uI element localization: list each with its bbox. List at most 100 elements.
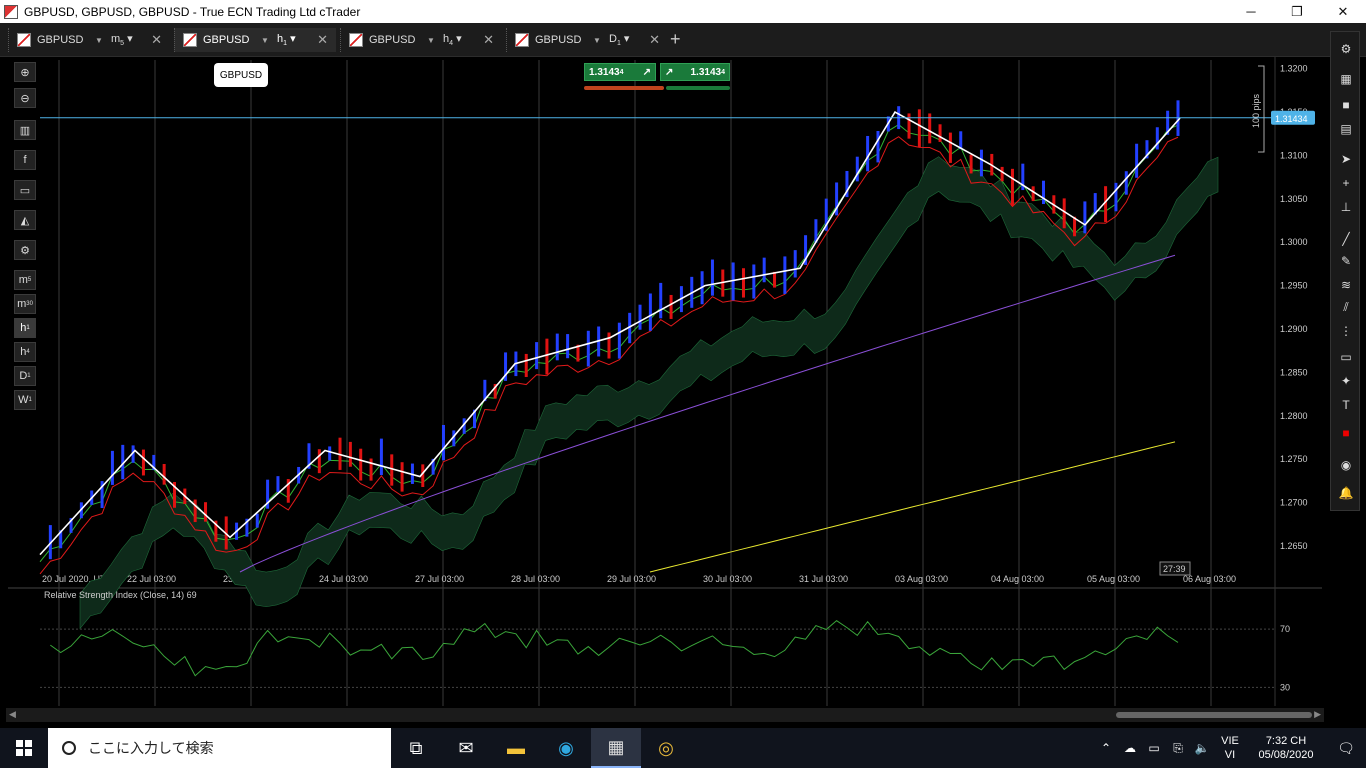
clock-date: 05/08/2020 [1258,749,1314,761]
search-placeholder: ここに入力して検索 [88,740,214,756]
rsi-indicator-label: Relative Strength Index (Close, 14) 69 [44,590,197,600]
mail-icon[interactable]: ✉ [441,728,491,768]
ctrader-taskbar-icon[interactable]: ▦ [591,728,641,768]
price-axis-label: 1.2650 [1280,541,1308,551]
zoom-in-icon[interactable]: ⊕ [14,62,36,82]
search-icon [62,741,76,755]
time-axis-label: 22 Jul 03:00 [127,574,176,584]
settings-chart-icon[interactable]: ⚙ [14,240,36,260]
parallel-icon[interactable]: ⫽ [1337,298,1355,316]
timeframe-W1-button[interactable]: W1 [14,390,36,410]
sell-price: 1.3143 [589,66,620,78]
time-axis-label: 27 Jul 03:00 [415,574,464,584]
line-icon[interactable]: ╱ [1337,230,1355,248]
sell-arrow-icon: ↗ [642,66,651,78]
price-axis-label: 1.2700 [1280,498,1308,508]
bar-countdown: 27:39 [1163,564,1186,574]
star-icon[interactable]: ✦ [1337,372,1355,390]
chevron-up-icon[interactable]: ⌃ [1094,741,1118,755]
current-price-value: 1.31434 [1275,114,1308,124]
timeframe-h4-button[interactable]: h4 [14,342,36,362]
multi-chart-icon[interactable]: ▤ [1337,120,1355,138]
price-axis-label: 1.3050 [1280,194,1308,204]
single-chart-icon[interactable]: ■ [1337,96,1355,114]
price-axis-label: 1.2800 [1280,411,1308,421]
sell-volume-bar [584,86,664,90]
left-toolbar: ⊕ ⊖ ▥ f ▭ ◭ ⚙ m 5 m 30 h 1 h 4 D 1 W 1 [12,60,38,420]
onedrive-icon[interactable]: ☁ [1118,741,1142,755]
rectangle-icon[interactable]: ▭ [1337,348,1355,366]
volume-icon[interactable]: 🔈 [1190,741,1214,755]
price-axis-label: 1.2900 [1280,324,1308,334]
color-icon[interactable]: ■ [1337,424,1355,442]
symbol-label: GBPUSD [214,63,268,87]
fibonacci-icon[interactable]: ≋ [1337,276,1355,294]
horizontal-scrollbar[interactable]: ◀ ▶ [6,708,1324,722]
pips-label: 100 pips [1251,93,1261,128]
layout-grid-icon[interactable]: ▦ [1337,70,1355,88]
time-axis-label: 28 Jul 03:00 [511,574,560,584]
price-axis-label: 1.2950 [1280,281,1308,291]
clock[interactable]: 7:32 CH 05/08/2020 [1246,734,1326,762]
time-axis-label: 06 Aug 03:00 [1183,574,1236,584]
price-axis-label: 1.2850 [1280,367,1308,377]
measure-icon[interactable]: ⊥ [1337,198,1355,216]
windows-logo-icon [16,740,32,756]
time-axis-label: 04 Aug 03:00 [991,574,1044,584]
chrome-icon[interactable]: ◎ [641,728,691,768]
sell-price-pipette: 4 [619,68,624,76]
timeframe-m30-button[interactable]: m 30 [14,294,36,314]
price-axis-label: 1.3000 [1280,237,1308,247]
zoom-out-icon[interactable]: ⊖ [14,88,36,108]
notification-icon[interactable]: 🗨 [1326,740,1366,757]
rsi-level-70-label: 70 [1280,624,1290,634]
pencil-icon[interactable]: ✎ [1337,252,1355,270]
ime-mode: VI [1224,749,1236,761]
crosshair-icon[interactable]: + [1337,174,1355,192]
battery-icon[interactable]: ▭ [1142,741,1166,755]
chat-icon[interactable]: ▭ [14,180,36,200]
price-axis-label: 1.3200 [1280,64,1308,74]
time-axis-label: 30 Jul 03:00 [703,574,752,584]
buy-button[interactable]: ↗ 1.3143 4 [660,63,730,81]
buy-price: 1.3143 [690,66,722,78]
start-button[interactable] [0,728,48,768]
time-axis-label: 31 Jul 03:00 [799,574,848,584]
price-chart[interactable]: 20 Jul 2020, UTC+322 Jul 03:0023 Jul 03:… [0,0,1366,768]
right-drawing-toolbar: ⚙ ▦ ■ ▤ ➤ + ⊥ ╱ ✎ ≋ ⫽ ⋮ ▭ ✦ T ■ ◉ 🔔 [1330,31,1360,511]
timeframe-D1-button[interactable]: D1 [14,366,36,386]
scroll-right-icon[interactable]: ▶ [1314,709,1321,720]
time-axis-label: 05 Aug 03:00 [1087,574,1140,584]
scroll-left-icon[interactable]: ◀ [9,709,16,720]
template-icon[interactable]: ◭ [14,210,36,230]
clock-time: 7:32 CH [1265,735,1307,747]
time-axis-label: 24 Jul 03:00 [319,574,368,584]
windows-taskbar: ここに入力して検索 ⧉ ✉ ▬ ◉ ▦ ◎ ⌃ ☁ ▭ ⎘ 🔈 VIE VI 7… [0,728,1366,768]
time-axis-label: 03 Aug 03:00 [895,574,948,584]
task-view-icon[interactable]: ⧉ [391,728,441,768]
file-explorer-icon[interactable]: ▬ [491,728,541,768]
alert-icon[interactable]: 🔔 [1337,484,1355,502]
edge-icon[interactable]: ◉ [541,728,591,768]
facebook-icon[interactable]: f [14,150,36,170]
grid-lines-icon[interactable]: ⋮ [1337,322,1355,340]
ime-language: VIE [1221,735,1239,747]
system-tray: ⌃ ☁ ▭ ⎘ 🔈 VIE VI 7:32 CH 05/08/2020 🗨 [1094,728,1366,768]
ime-indicator[interactable]: VIE VI [1214,734,1246,762]
buy-volume-bar [666,86,730,90]
camera-icon[interactable]: ◉ [1337,456,1355,474]
text-icon[interactable]: T [1337,396,1355,414]
sell-button[interactable]: 1.3143 4 ↗ [584,63,656,81]
price-axis-label: 1.3100 [1280,150,1308,160]
price-axis-label: 1.2750 [1280,454,1308,464]
taskbar-search-box[interactable]: ここに入力して検索 [48,728,391,768]
buy-price-pipette: 4 [721,68,725,76]
network-icon[interactable]: ⎘ [1166,741,1190,756]
chart-type-icon[interactable]: ▥ [14,120,36,140]
chart-settings-icon[interactable]: ⚙ [1337,40,1355,58]
cursor-icon[interactable]: ➤ [1337,150,1355,168]
timeframe-h1-button[interactable]: h1 [14,318,36,338]
timeframe-m5-button[interactable]: m5 [14,270,36,290]
time-axis-label: 29 Jul 03:00 [607,574,656,584]
scroll-thumb[interactable] [1116,712,1312,718]
